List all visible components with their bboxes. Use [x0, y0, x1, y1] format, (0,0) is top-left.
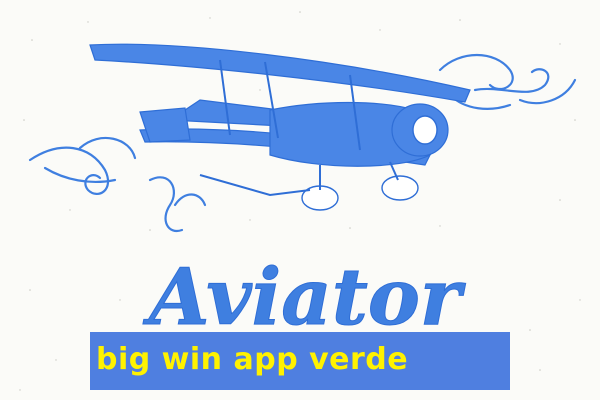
- caption-text: big win app verde: [96, 342, 409, 377]
- caption-banner: big win app verde: [90, 332, 510, 390]
- aviator-wordmark: Aviator: [142, 252, 466, 343]
- aviator-banner: Aviator big win app verde: [0, 0, 600, 400]
- biplane-illustration: [28, 43, 577, 233]
